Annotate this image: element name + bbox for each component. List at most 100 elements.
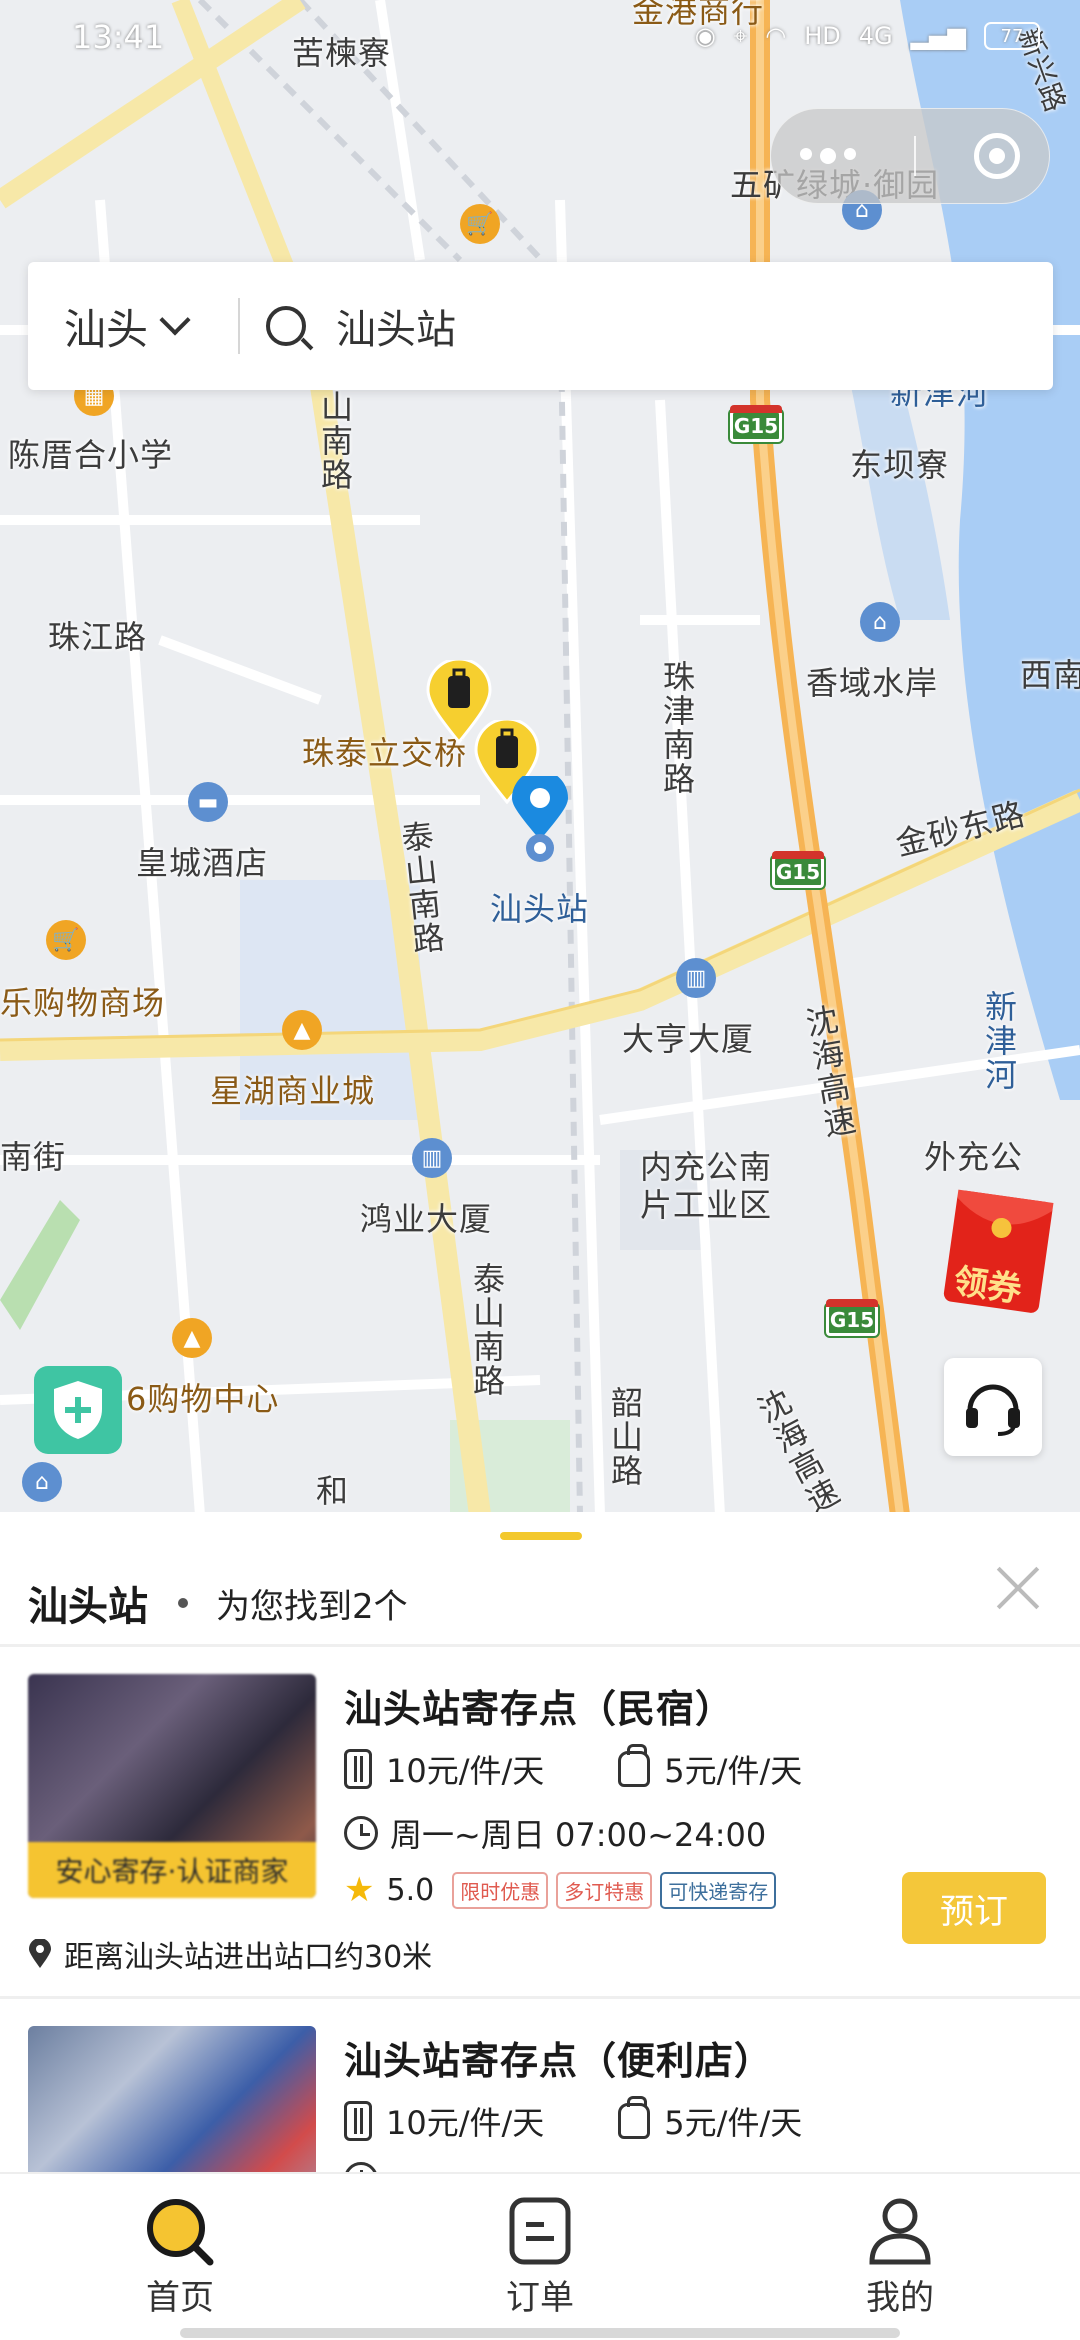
map-label: 汕头站 <box>490 890 590 928</box>
map-label: 内充公南片工业区 <box>640 1148 773 1224</box>
map-label: 鸿业大厦 <box>360 1200 493 1238</box>
map-label: 南街 <box>0 1138 67 1176</box>
store-name: 汕头站寄存点（民宿） <box>344 1687 735 1731</box>
safety-shield-button[interactable] <box>34 1366 122 1454</box>
store-thumbnail: 安心寄存·认证商家 <box>28 1674 316 1898</box>
shield-plus-icon <box>54 1381 102 1439</box>
map-label: 星湖商业城 <box>210 1072 376 1110</box>
store-name: 汕头站寄存点（便利店） <box>344 2039 774 2083</box>
hours-row <box>344 2162 390 2172</box>
distance-row: 距离汕头站进出站口约30米 <box>28 1932 432 1976</box>
highway-shield: G15 <box>772 851 824 888</box>
search-icon <box>266 306 306 346</box>
status-bar: 13:41 ◉ ⌖ ◠ HD 4G ▂▄▆ 77 <box>0 0 1080 80</box>
order-icon <box>509 2197 571 2265</box>
search-input[interactable]: 汕头站 <box>336 297 456 355</box>
search-icon <box>147 2199 214 2266</box>
price-row: 10元/件/天 5元/件/天 <box>344 2096 803 2144</box>
hotel-poi-icon: ▬ <box>188 782 228 822</box>
map-label: 外充公 <box>924 1138 1024 1176</box>
home-poi-icon: ⌂ <box>22 1462 62 1502</box>
status-icons: ◉ ⌖ ◠ HD 4G ▂▄▆ 77 <box>695 22 1040 50</box>
city-selector[interactable]: 汕头 <box>28 296 238 357</box>
rating-row: ★ 5.0 限时优惠 多订特惠 可快递寄存 <box>344 1870 784 1910</box>
map-label: 山南路 <box>316 390 354 492</box>
search-bar: 汕头 汕头站 <box>28 262 1053 390</box>
service-tag: 可快递寄存 <box>660 1871 777 1909</box>
map-label: 陈厝合小学 <box>8 436 174 474</box>
clock-icon <box>344 1816 378 1850</box>
map-label: 珠津南路 <box>658 660 696 796</box>
tab-label: 我的 <box>866 2278 934 2318</box>
tab-label: 订单 <box>506 2278 574 2318</box>
luggage-price: 10元/件/天 <box>386 2104 545 2142</box>
divider <box>0 1644 1080 1647</box>
map-label: 新津河 <box>980 990 1018 1092</box>
chevron-down-icon <box>159 304 191 336</box>
map-label: 和 <box>316 1472 350 1510</box>
sheet-drag-handle[interactable] <box>500 1532 582 1540</box>
luggage-icon <box>344 1749 372 1789</box>
storage-result-card[interactable]: 汕头站寄存点（便利店） 10元/件/天 5元/件/天 <box>0 2026 1080 2172</box>
divider <box>0 1996 1080 1999</box>
opening-hours: 周一~周日 07:00~24:00 <box>390 1816 767 1854</box>
book-button[interactable]: 预订 <box>902 1872 1046 1944</box>
station-location-pin-icon <box>512 776 568 862</box>
tab-orders[interactable]: 订单 <box>360 2174 720 2340</box>
backpack-icon <box>618 2096 651 2139</box>
result-count: 为您找到2个 <box>216 1586 408 1627</box>
hours-row: 周一~周日 07:00~24:00 <box>344 1810 766 1856</box>
bag-price: 5元/件/天 <box>664 1752 803 1790</box>
map-label: 东坝寮 <box>850 446 950 484</box>
map-label: 6购物中心 <box>126 1380 280 1418</box>
map-label: 大亨大厦 <box>622 1020 755 1058</box>
home-poi-icon: ⌂ <box>860 602 900 642</box>
user-icon <box>869 2198 931 2265</box>
highway-shield: G15 <box>826 1299 878 1336</box>
map-label: 香域水岸 <box>806 664 939 702</box>
mall-poi-icon: ▲ <box>282 1010 322 1050</box>
city-name: 汕头 <box>64 304 149 354</box>
separator-dot <box>178 1598 188 1608</box>
distance-text: 距离汕头站进出站口约30米 <box>64 1940 433 1975</box>
bottom-tab-bar: 首页 订单 我的 <box>0 2172 1080 2340</box>
store-thumbnail <box>28 2026 316 2172</box>
promo-tag: 限时优惠 <box>452 1871 549 1909</box>
close-miniprogram-icon[interactable] <box>974 133 1020 179</box>
location-icon: ⌖ <box>733 22 748 50</box>
tab-home[interactable]: 首页 <box>0 2174 360 2340</box>
tab-profile[interactable]: 我的 <box>720 2174 1080 2340</box>
battery-icon: 77 <box>984 22 1040 50</box>
customer-service-button[interactable] <box>944 1358 1042 1456</box>
building-poi-icon: ▥ <box>676 958 716 998</box>
map-label: 泰山南路 <box>468 1262 506 1398</box>
close-sheet-icon[interactable] <box>990 1560 1046 1616</box>
coupon-button[interactable]: 领券 <box>940 1188 1060 1318</box>
storage-result-card[interactable]: 安心寄存·认证商家 汕头站寄存点（民宿） 10元/件/天 5元/件/天 周一~周… <box>0 1674 1080 2024</box>
certified-badge: 安心寄存·认证商家 <box>28 1842 316 1898</box>
map-view[interactable]: 苦楝寮 金港商行 五矿绿城·御园 新兴路 陈厝合小学 新津河 东坝寮 山南路 珠… <box>0 0 1080 1515</box>
luggage-price: 10元/件/天 <box>386 1752 545 1790</box>
miniprogram-capsule[interactable] <box>770 108 1050 204</box>
shop-poi-icon: 🛒 <box>460 204 500 244</box>
backpack-icon <box>618 1744 651 1787</box>
map-label: 韶山路 <box>606 1386 644 1488</box>
headset-icon <box>966 1384 1020 1436</box>
price-row: 10元/件/天 5元/件/天 <box>344 1744 803 1792</box>
clock-icon <box>344 2162 378 2172</box>
bag-price: 5元/件/天 <box>664 2104 803 2142</box>
star-icon: ★ <box>344 1870 375 1910</box>
tab-label: 首页 <box>146 2278 214 2318</box>
coupon-label: 领券 <box>951 1261 1024 1311</box>
location-pin-icon <box>29 1939 51 1968</box>
signal-icon: ◉ <box>694 22 716 50</box>
rating-value: 5.0 <box>386 1872 435 1908</box>
more-icon[interactable] <box>800 148 856 164</box>
home-indicator[interactable] <box>180 2328 900 2338</box>
wifi-icon: ◠ <box>765 22 787 50</box>
signal-bars-icon: ▂▄▆ <box>910 22 966 50</box>
sheet-title: 汕头站 <box>28 1584 148 1630</box>
hd-icon: HD <box>804 22 841 50</box>
shop-poi-icon: 🛒 <box>46 920 86 960</box>
sheet-header: 汕头站 为您找到2个 <box>28 1568 408 1638</box>
